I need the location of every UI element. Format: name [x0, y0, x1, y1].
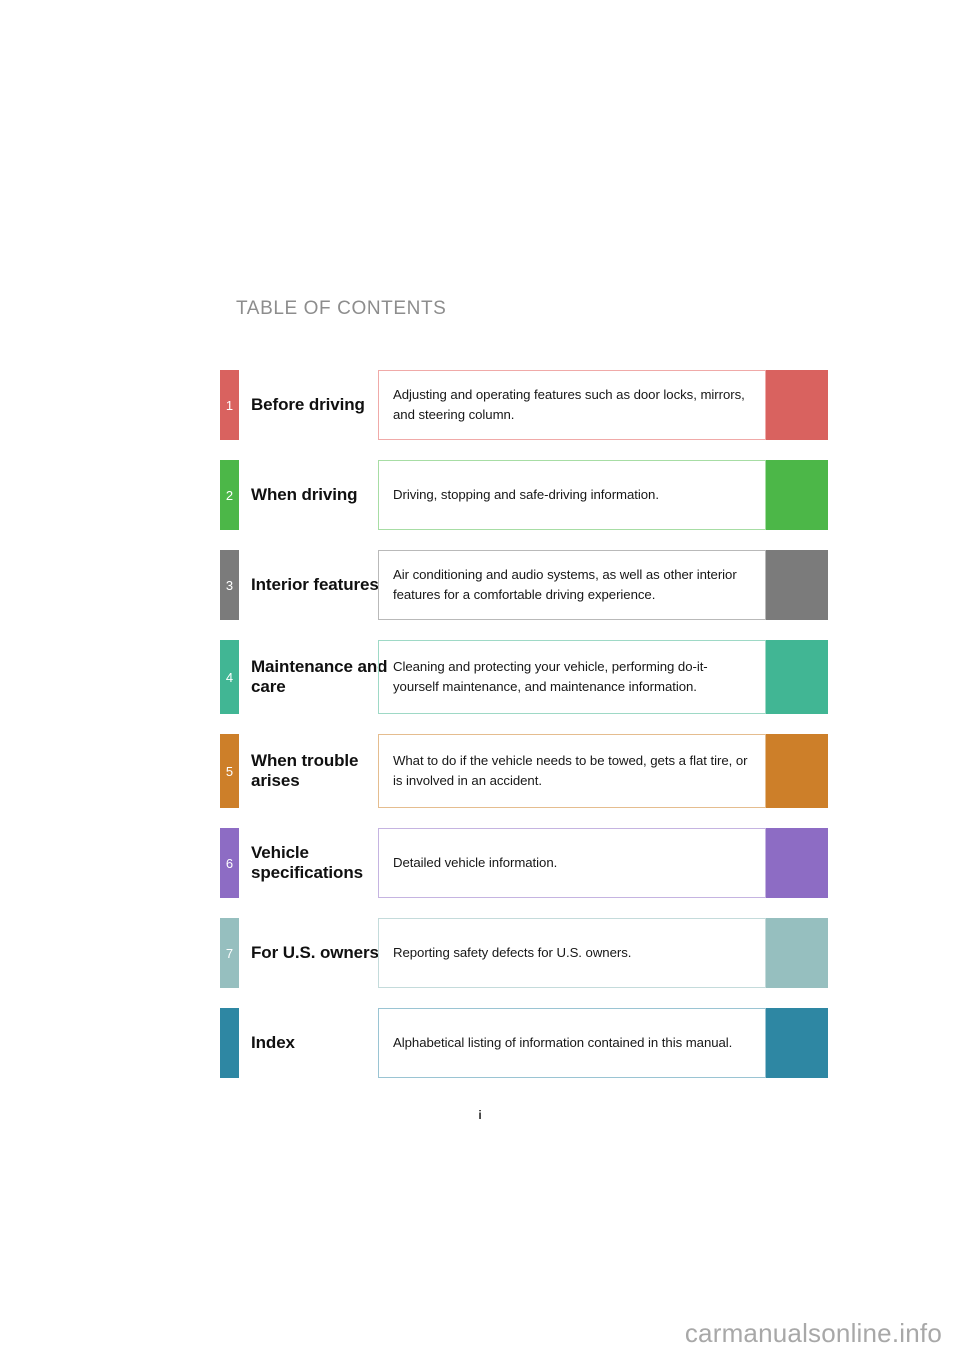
toc-row[interactable]: 2 When driving Driving, stopping and safe-… [220, 460, 828, 530]
toc-row[interactable]: Index Alphabetical listing of information… [220, 1008, 828, 1078]
section-description-text: What to do if the vehicle needs to be to… [393, 752, 748, 788]
section-title: For U.S. owners [251, 942, 379, 962]
section-end-color-block [766, 918, 828, 988]
page-title: TABLE OF CONTENTS [236, 298, 447, 319]
section-description-box: Alphabetical listing of information cont… [378, 1008, 766, 1078]
section-color-tab [220, 1008, 239, 1078]
section-description-text: Detailed vehicle information. [393, 854, 558, 870]
section-description-box: Driving, stopping and safe-driving infor… [378, 460, 766, 530]
section-end-color-block [766, 828, 828, 898]
section-description-text: Cleaning and protecting your vehicle, pe… [393, 658, 708, 694]
section-title: When driving [251, 484, 358, 504]
section-description-text: Adjusting and operating features such as… [393, 386, 745, 422]
section-color-tab: 3 [220, 550, 239, 620]
section-title: Index [251, 1032, 295, 1052]
section-end-color-block [766, 1008, 828, 1078]
section-end-color-block [766, 460, 828, 530]
section-end-color-block [766, 550, 828, 620]
section-description-text: Alphabetical listing of information cont… [393, 1034, 733, 1050]
section-number: 2 [225, 487, 234, 503]
toc-row[interactable]: 6 Vehicle specifications Detailed vehicle … [220, 828, 828, 898]
section-number: 7 [225, 945, 234, 961]
section-end-color-block [766, 370, 828, 440]
watermark: carmanualsonline.info [684, 1318, 942, 1348]
section-description-text: Driving, stopping and safe-driving infor… [393, 486, 659, 502]
section-title: When trouble arises [251, 750, 359, 790]
section-end-color-block [766, 734, 828, 808]
section-color-tab: 6 [220, 828, 239, 898]
section-title: Maintenance and care [251, 656, 388, 696]
section-title: Before driving [251, 394, 365, 414]
section-description-box: Air conditioning and audio systems, as w… [378, 550, 766, 620]
section-number: 4 [225, 669, 234, 685]
section-number: 3 [225, 577, 234, 593]
manual-page: TABLE OF CONTENTS 1 Before driving Adjusti… [0, 0, 960, 1358]
section-description-box: Detailed vehicle information. [378, 828, 766, 898]
toc-row[interactable]: 1 Before driving Adjusting and operating f… [220, 370, 828, 440]
section-color-tab: 5 [220, 734, 239, 808]
toc-row[interactable]: 5 When trouble arises What to do if the ve… [220, 734, 828, 808]
section-number: 1 [225, 397, 234, 413]
section-description-text: Air conditioning and audio systems, as w… [393, 566, 737, 602]
table-of-contents-list: 1 Before driving Adjusting and operating f… [220, 370, 828, 1098]
section-color-tab: 4 [220, 640, 239, 714]
section-description-text: Reporting safety defects for U.S. owners… [393, 944, 632, 960]
section-end-color-block [766, 640, 828, 714]
section-number: 5 [225, 763, 234, 779]
toc-row[interactable]: 7 For U.S. owners Reporting safety defects… [220, 918, 828, 988]
section-description-box: Reporting safety defects for U.S. owners… [378, 918, 766, 988]
section-title: Vehicle specifications [251, 842, 363, 882]
toc-row[interactable]: 4 Maintenance and care Cleaning and protec… [220, 640, 828, 714]
section-color-tab: 1 [220, 370, 239, 440]
section-color-tab: 7 [220, 918, 239, 988]
section-description-box: Cleaning and protecting your vehicle, pe… [378, 640, 766, 714]
section-color-tab: 2 [220, 460, 239, 530]
section-title: Interior features [251, 574, 379, 594]
section-description-box: What to do if the vehicle needs to be to… [378, 734, 766, 808]
section-description-box: Adjusting and operating features such as… [378, 370, 766, 440]
page-number: i [478, 1108, 482, 1122]
toc-row[interactable]: 3 Interior features Air conditioning and a… [220, 550, 828, 620]
section-number: 6 [225, 855, 234, 871]
